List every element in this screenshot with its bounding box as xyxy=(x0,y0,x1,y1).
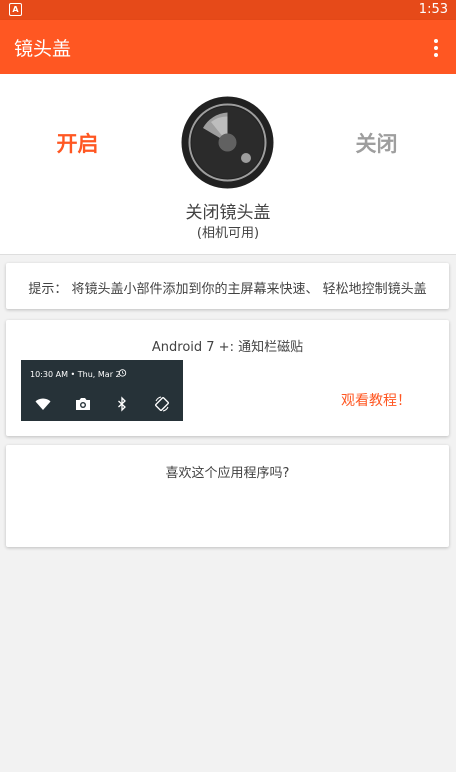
tip-text: 提示： 将镜头盖小部件添加到你的主屏幕来快速、 轻松地控制镜头盖 xyxy=(28,282,427,297)
preview-time: 10:30 AM • Thu, Mar 2 xyxy=(30,370,121,379)
app-title: 镜头盖 xyxy=(14,38,72,60)
more-vert-icon[interactable] xyxy=(426,36,446,60)
tile-card-title: Android 7 +: 通知栏磁贴 xyxy=(151,340,304,355)
watch-tutorial-link[interactable]: 观看教程！ xyxy=(341,390,411,410)
status-bar: A 1:53 xyxy=(0,0,456,20)
alarm-icon xyxy=(118,369,127,377)
auto-rotate-icon xyxy=(155,396,169,412)
rate-app-card: 喜欢这个应用程序吗? xyxy=(6,445,449,547)
camera-lens-icon[interactable] xyxy=(181,96,274,189)
camera-availability: (相机可用) xyxy=(196,226,260,241)
app-bar: 镜头盖 xyxy=(0,20,456,74)
notification-icon: A xyxy=(9,3,22,16)
lens-cap-control-panel: 开启 关闭 关闭镜头盖 (相机可用) xyxy=(0,74,456,255)
rate-app-question: 喜欢这个应用程序吗? xyxy=(165,466,290,481)
camera-icon xyxy=(76,398,90,410)
wifi-icon xyxy=(35,398,51,410)
turn-on-button[interactable]: 开启 xyxy=(40,128,115,158)
tip-card: 提示： 将镜头盖小部件添加到你的主屏幕来快速、 轻松地控制镜头盖 xyxy=(6,263,449,309)
bluetooth-icon xyxy=(118,396,126,412)
lens-cap-status: 关闭镜头盖 xyxy=(185,203,271,223)
quick-settings-preview: 10:30 AM • Thu, Mar 2 xyxy=(21,360,183,421)
notification-tile-card: Android 7 +: 通知栏磁贴 10:30 AM • Thu, Mar 2… xyxy=(6,320,449,436)
status-time: 1:53 xyxy=(418,2,448,17)
turn-off-button[interactable]: 关闭 xyxy=(339,128,414,158)
